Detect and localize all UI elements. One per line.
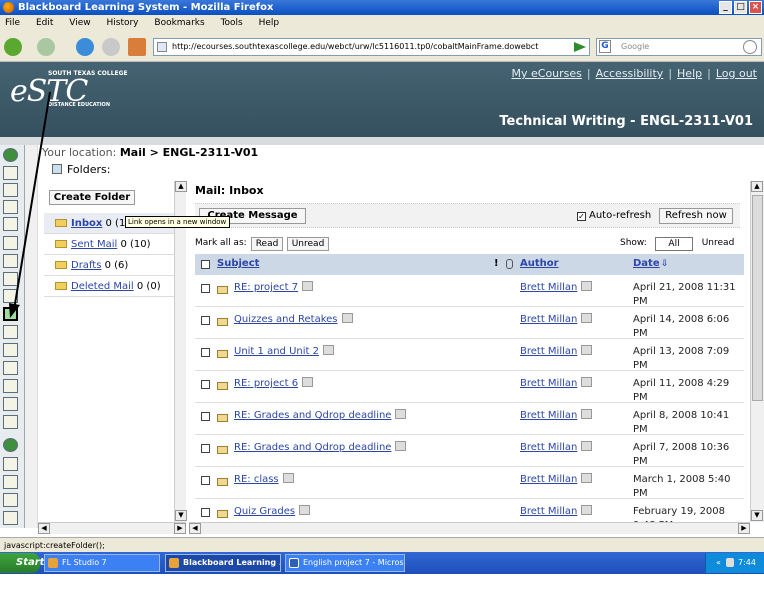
clock[interactable]: 7:44 PM [738,553,764,593]
taskbar-fl-studio[interactable]: FL Studio 7 [44,554,160,572]
status-bar: javascript:createFolder(); [0,537,764,552]
task-label: Blackboard Learning ... [183,558,281,567]
taskbar: Start FL Studio 7 Blackboard Learning ..… [0,552,764,587]
taskbar-firefox[interactable]: Blackboard Learning ... [165,554,281,572]
fl-studio-icon [48,558,58,568]
system-tray: « 7:44 PM [705,553,764,587]
annotation-arrow [9,91,51,318]
tray-expand-icon[interactable]: « [716,558,721,567]
start-button[interactable]: Start [0,553,44,573]
task-label: FL Studio 7 [62,558,107,567]
task-label: English project 7 - Micros... [303,558,405,567]
word-icon [289,558,299,568]
taskbar-word[interactable]: English project 7 - Micros... [285,554,405,572]
speaker-icon[interactable] [726,558,734,567]
firefox-task-icon [169,558,179,568]
